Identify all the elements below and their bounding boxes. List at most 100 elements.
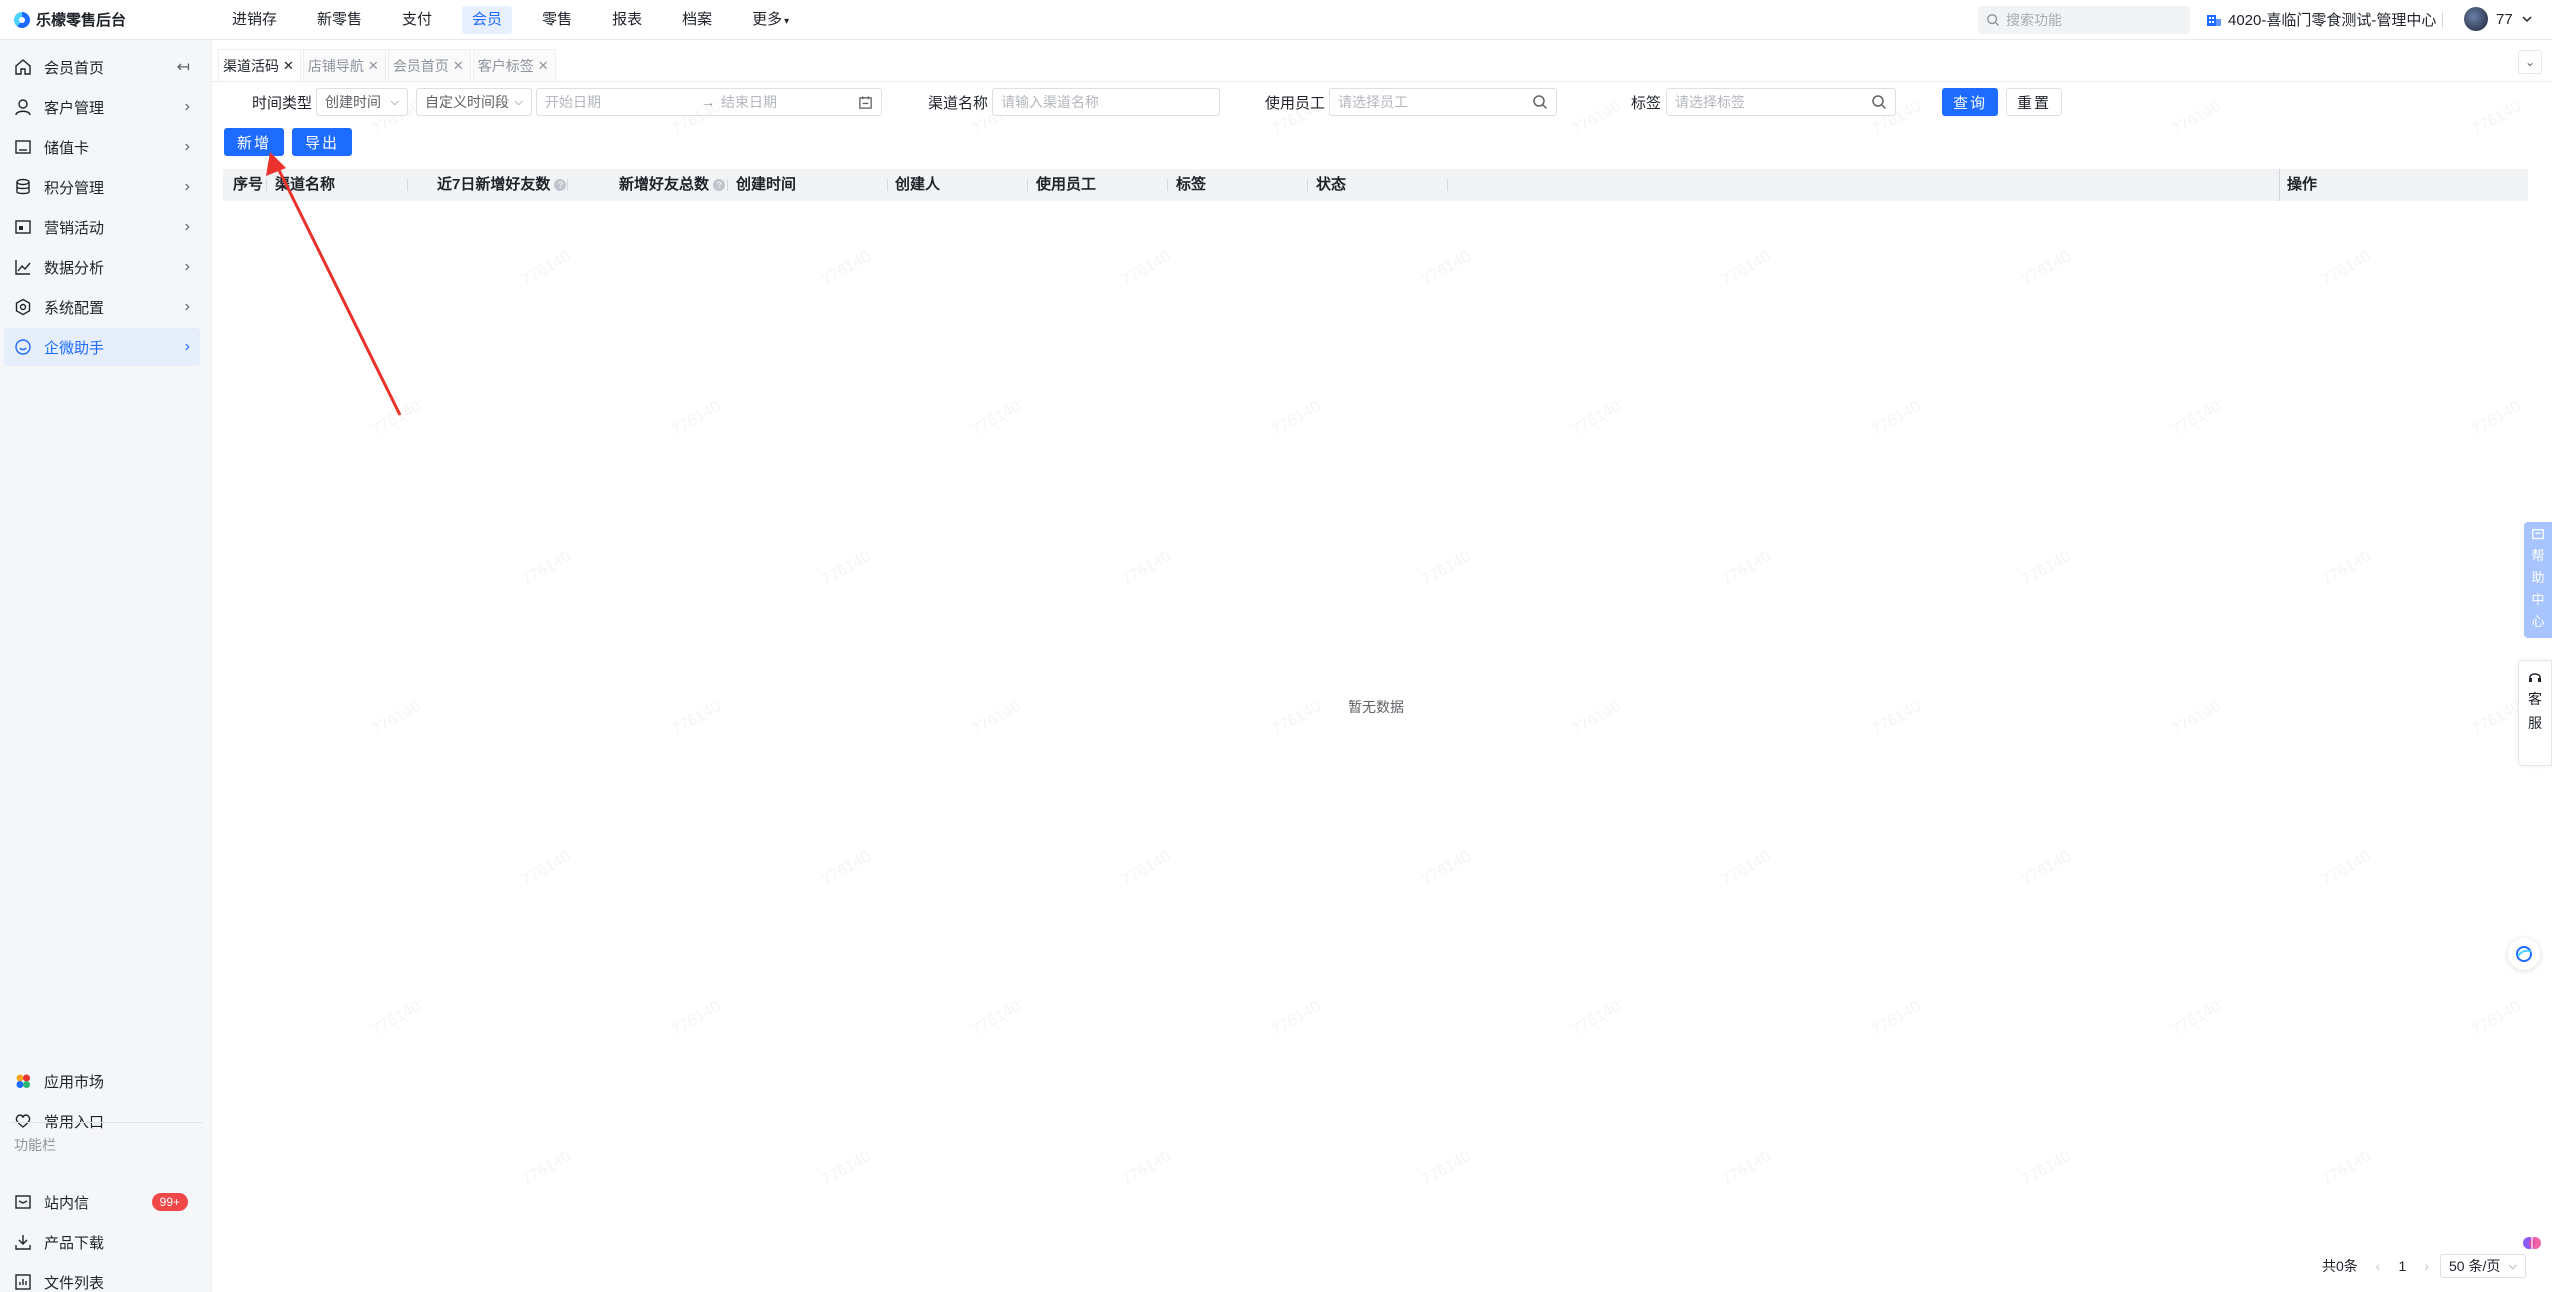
tab-store-nav[interactable]: 店铺导航 ✕ — [302, 49, 386, 81]
staff-label: 使用员工 — [1265, 95, 1326, 112]
kefu-char: 服 — [2528, 715, 2542, 731]
close-icon[interactable]: ✕ — [453, 51, 464, 81]
org-switcher[interactable]: 4020-喜临门零食测试-管理中心 — [2206, 9, 2436, 30]
topnav-item-reports[interactable]: 报表 — [592, 6, 662, 34]
watermark-text: 776140 — [369, 698, 424, 740]
info-icon[interactable]: ? — [713, 179, 726, 192]
watermark-text: 776140 — [969, 998, 1024, 1040]
close-icon[interactable]: ✕ — [283, 51, 294, 81]
watermark-text: 776140 — [1269, 398, 1324, 440]
topnav-item-more[interactable]: 更多 ▾ — [732, 6, 809, 34]
column-separator — [2279, 169, 2280, 201]
sidebar-item-label: 营销活动 — [44, 219, 105, 237]
tabs-more-button[interactable]: ⌄ — [2518, 50, 2542, 74]
watermark-text: 776140 — [1419, 548, 1474, 590]
search-icon — [1533, 95, 1548, 110]
unread-badge: 99+ — [151, 1193, 188, 1211]
watermark-text: 776140 — [1719, 848, 1774, 890]
watermark-text: 776140 — [519, 548, 574, 590]
user-menu[interactable]: 77 — [2464, 7, 2533, 31]
empty-state-text: 暂无数据 — [1348, 699, 1404, 715]
tab-member-home[interactable]: 会员首页 ✕ — [387, 49, 471, 81]
top-bar: 乐檬零售后台 进销存 新零售 支付 会员 零售 报表 档案 更多 ▾ 搜索功能 4… — [0, 0, 2552, 40]
watermark-text: 776140 — [2469, 398, 2524, 440]
tab-channel-code[interactable]: 渠道活码 ✕ — [218, 49, 301, 81]
topnav-item-new-retail[interactable]: 新零售 — [297, 6, 382, 34]
sidebar-item-inbox[interactable]: 站内信 99+ — [4, 1183, 200, 1221]
sidebar-item-downloads[interactable]: 产品下载 — [4, 1223, 200, 1261]
topnav-item-inventory[interactable]: 进销存 — [212, 6, 297, 34]
topnav-item-retail[interactable]: 零售 — [522, 6, 592, 34]
info-icon[interactable]: ? — [554, 179, 567, 192]
close-icon[interactable]: ✕ — [538, 51, 549, 81]
column-header-new-friends-7d[interactable]: 近7日新增好友数? — [437, 169, 567, 201]
column-header-created-at: 创建时间 — [736, 176, 797, 193]
chat-bot-button[interactable] — [2508, 938, 2540, 970]
close-icon[interactable]: ✕ — [368, 51, 379, 81]
customer-service-float[interactable]: 客 服 — [2518, 660, 2552, 766]
sidebar-item-label: 系统配置 — [44, 299, 105, 317]
page-number[interactable]: 1 — [2398, 1258, 2406, 1274]
prev-page-icon[interactable]: ‹ — [2376, 1258, 2381, 1274]
sidebar-item-marketing[interactable]: 营销活动 › — [4, 208, 200, 246]
channel-name-placeholder: 请输入渠道名称 — [1001, 94, 1099, 110]
period-select[interactable]: 自定义时间段 ⌵ — [416, 88, 532, 116]
watermark-text: 776140 — [669, 398, 724, 440]
ai-assistant-icon[interactable] — [2522, 1233, 2542, 1253]
column-separator — [1447, 179, 1448, 191]
brand-name: 乐檬零售后台 — [36, 12, 127, 29]
tag-select[interactable]: 请选择标签 — [1666, 88, 1896, 116]
sidebar-item-analytics[interactable]: 数据分析 › — [4, 248, 200, 286]
watermark-text: 776140 — [2169, 998, 2224, 1040]
mail-icon — [15, 1195, 31, 1209]
topnav-item-payment[interactable]: 支付 — [382, 6, 452, 34]
export-button[interactable]: 导出 — [292, 128, 352, 156]
channel-name-input[interactable]: 请输入渠道名称 — [992, 88, 1220, 116]
sidebar-item-app-market[interactable]: 应用市场 — [4, 1062, 200, 1100]
download-icon — [15, 1235, 31, 1250]
range-arrow-icon: → — [701, 94, 715, 110]
watermark-text: 776140 — [369, 398, 424, 440]
sidebar-item-system-config[interactable]: 系统配置 › — [4, 288, 200, 326]
reset-button[interactable]: 重置 — [2006, 88, 2062, 116]
query-button[interactable]: 查询 — [1942, 88, 1998, 116]
chevron-right-icon: › — [184, 298, 190, 315]
function-search[interactable]: 搜索功能 — [1978, 6, 2190, 34]
time-type-select[interactable]: 创建时间 ⌵ — [316, 88, 408, 116]
staff-select[interactable]: 请选择员工 — [1329, 88, 1557, 116]
end-date-input[interactable]: 结束日期 — [721, 92, 871, 112]
sidebar-item-member-home[interactable]: 会员首页 ↤ — [4, 48, 200, 86]
watermark-text: 776140 — [1119, 1148, 1174, 1190]
message-icon — [2532, 529, 2544, 540]
watermark-text: 776140 — [1419, 248, 1474, 290]
topnav-item-member[interactable]: 会员 — [462, 5, 513, 34]
chevron-down-icon: ⌵ — [514, 95, 523, 108]
tab-customer-tags[interactable]: 客户标签 ✕ — [472, 49, 556, 81]
sidebar-item-file-list[interactable]: 文件列表 — [4, 1263, 200, 1292]
settings-icon — [15, 298, 31, 316]
add-button[interactable]: 新增 — [224, 128, 284, 156]
sidebar-item-customers[interactable]: 客户管理 › — [4, 88, 200, 126]
chevron-down-icon: ⌵ — [2508, 1259, 2517, 1272]
sidebar-item-label: 数据分析 — [44, 259, 105, 277]
start-date-input[interactable]: 开始日期 — [545, 92, 695, 112]
brand[interactable]: 乐檬零售后台 — [0, 9, 212, 30]
sidebar: 会员首页 ↤ 客户管理 › 储值卡 › 积分管理 › 营销活动 › 数据分析 ›… — [0, 40, 212, 1292]
collapse-sidebar-icon[interactable]: ↤ — [177, 57, 190, 77]
tag-placeholder: 请选择标签 — [1675, 94, 1745, 110]
page-size-select[interactable]: 50 条/页 ⌵ — [2440, 1254, 2526, 1278]
sidebar-item-points[interactable]: 积分管理 › — [4, 168, 200, 206]
sidebar-item-wecom-assistant[interactable]: 企微助手 › — [4, 328, 200, 366]
sidebar-item-label: 积分管理 — [44, 179, 105, 197]
divider — [2442, 12, 2443, 28]
column-header-actions: 操作 — [2287, 176, 2318, 193]
column-header-total-new-friends[interactable]: 新增好友总数? — [619, 169, 726, 201]
watermark-text: 776140 — [1119, 848, 1174, 890]
next-page-icon[interactable]: › — [2424, 1258, 2429, 1274]
help-center-float[interactable]: 帮 助 中 心 — [2524, 522, 2552, 638]
watermark-text: 776140 — [2019, 248, 2074, 290]
sidebar-item-stored-value-card[interactable]: 储值卡 › — [4, 128, 200, 166]
watermark-text: 776140 — [519, 248, 574, 290]
date-range-picker[interactable]: 开始日期 → 结束日期 — [536, 88, 882, 116]
topnav-item-archive[interactable]: 档案 — [662, 6, 732, 34]
